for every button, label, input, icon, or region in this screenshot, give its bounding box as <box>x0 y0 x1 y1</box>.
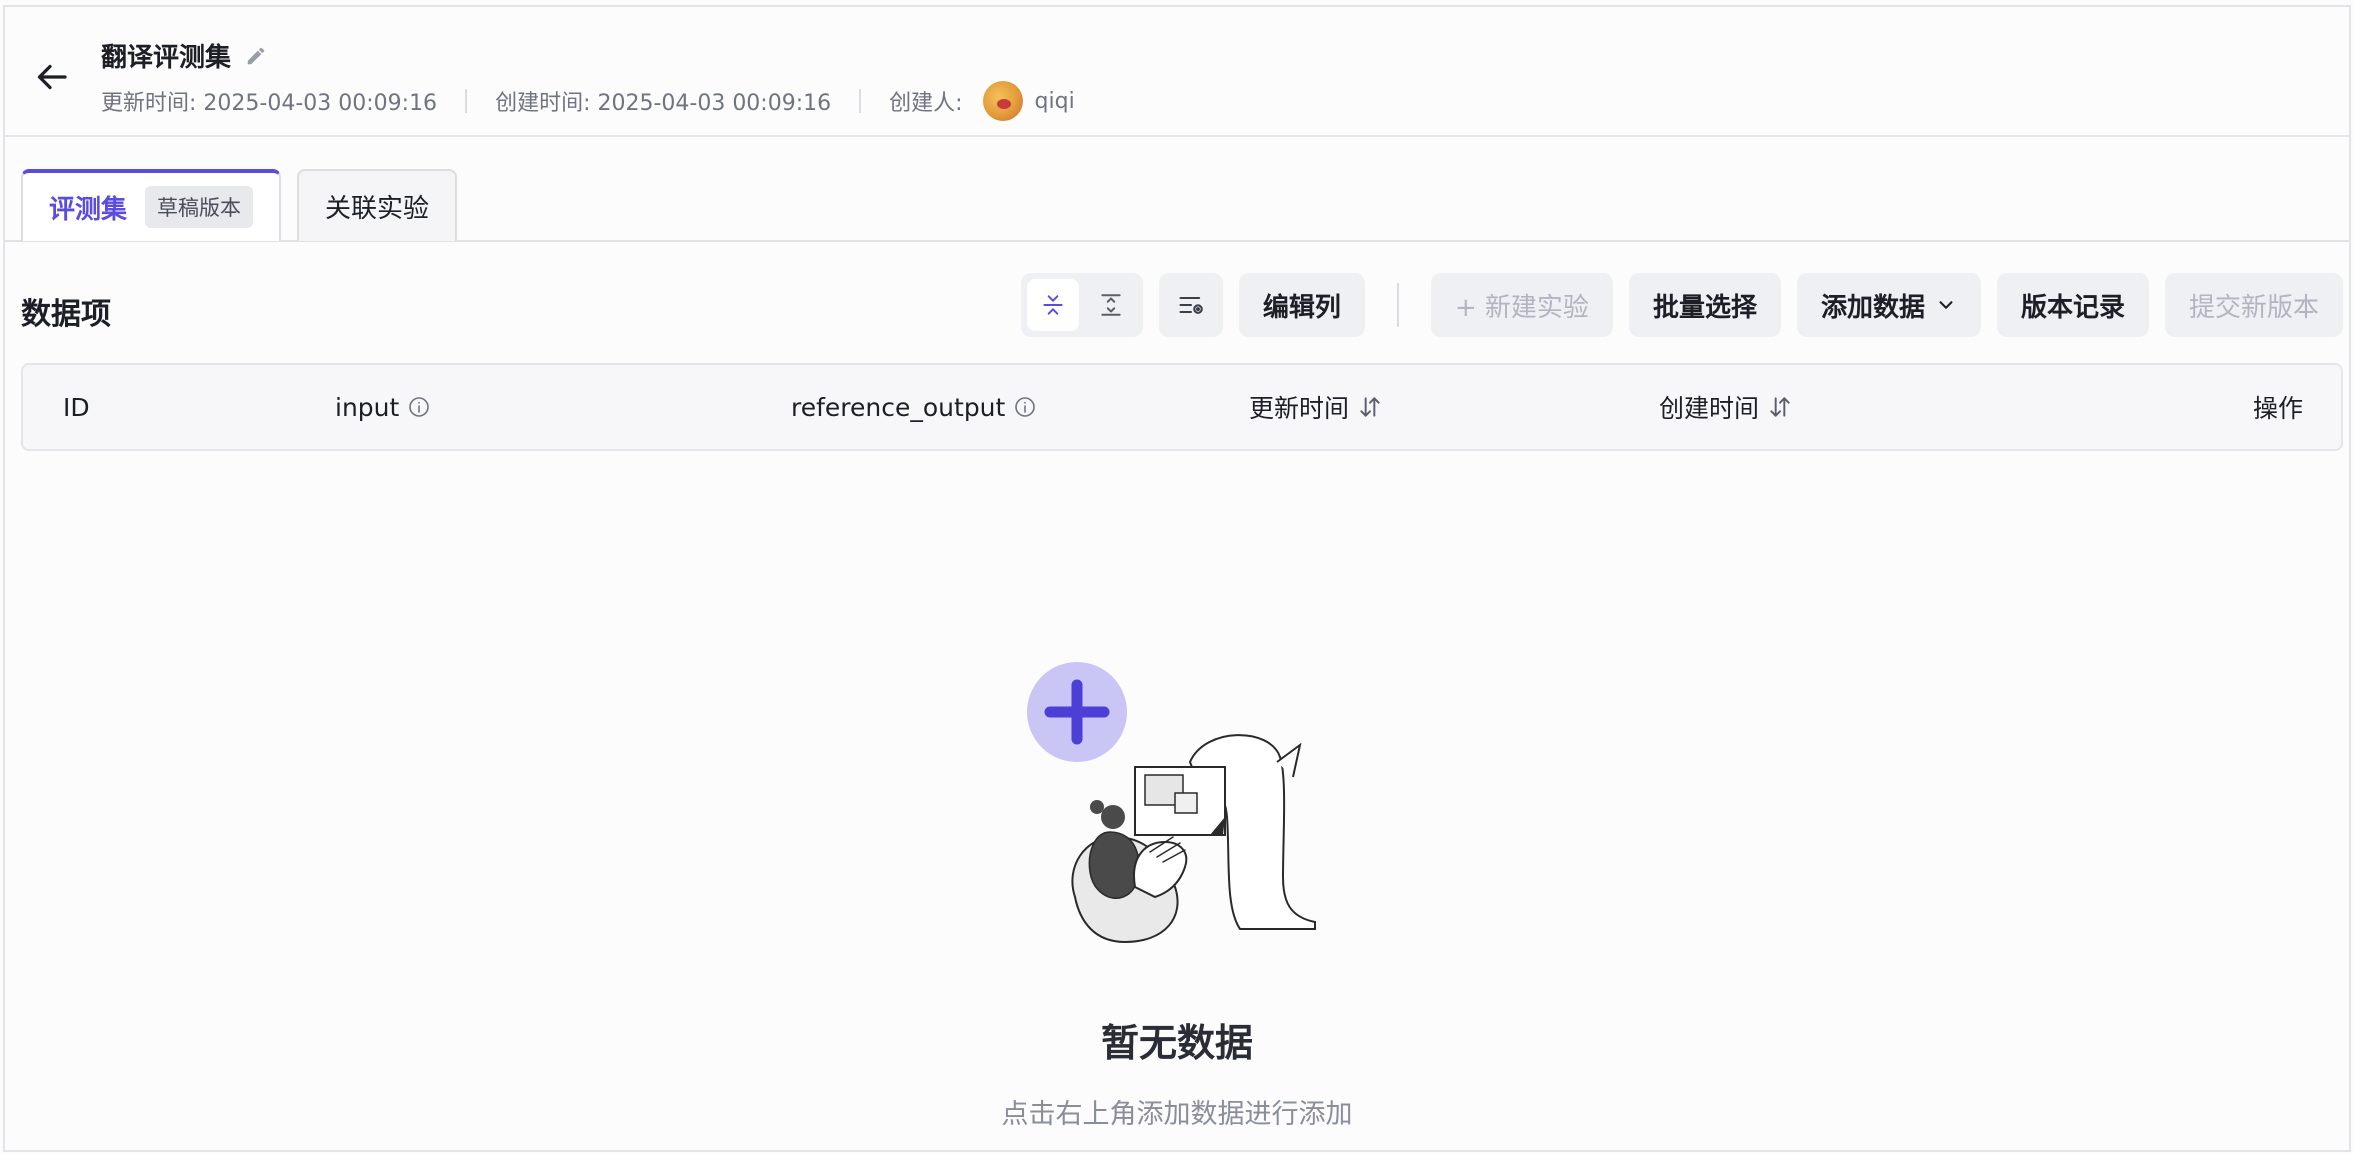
creator-name: qiqi <box>1034 88 1075 114</box>
sort-icon[interactable] <box>1357 394 1383 420</box>
page-title: 翻译评测集 <box>101 43 232 73</box>
expand-rows-button[interactable] <box>1085 279 1137 331</box>
created-time: 创建时间: 2025-04-03 00:09:16 <box>495 91 832 116</box>
column-label: reference_output <box>791 392 1006 422</box>
tab-dataset[interactable]: 评测集 草稿版本 <box>21 169 282 241</box>
column-header-created-time[interactable]: 创建时间 <box>1659 365 1793 449</box>
column-label: ID <box>63 392 90 422</box>
info-icon[interactable] <box>407 395 431 419</box>
column-label: 创建时间 <box>1659 394 1760 423</box>
column-label: 更新时间 <box>1249 394 1350 423</box>
column-label: input <box>335 392 400 422</box>
section-title: 数据项 <box>21 297 111 332</box>
column-header-id: ID <box>63 365 90 449</box>
collapse-rows-button[interactable] <box>1026 279 1079 331</box>
add-data-button[interactable]: 添加数据 <box>1796 273 1981 337</box>
new-experiment-button[interactable]: + 新建实验 <box>1430 273 1613 337</box>
meta-divider <box>859 89 862 113</box>
version-history-button[interactable]: 版本记录 <box>1996 273 2149 337</box>
tab-label: 关联实验 <box>325 193 430 224</box>
chevron-down-icon <box>1939 301 1953 309</box>
column-settings-button[interactable] <box>1158 273 1223 337</box>
batch-select-button[interactable]: 批量选择 <box>1628 273 1781 337</box>
column-label: 操作 <box>2252 394 2303 423</box>
info-icon[interactable] <box>1013 395 1037 419</box>
tab-label: 评测集 <box>49 194 128 225</box>
toolbar-divider <box>1396 283 1399 327</box>
column-header-input: input <box>335 365 431 449</box>
arrow-left-icon <box>37 64 67 90</box>
creator-label: 创建人: <box>889 91 963 116</box>
empty-state-description: 点击右上角添加数据进行添加 <box>1001 1099 1353 1130</box>
row-density-toggle <box>1020 273 1143 337</box>
column-header-reference-output: reference_output <box>791 365 1037 449</box>
tab-bar: 评测集 草稿版本 关联实验 <box>21 169 458 241</box>
draft-badge: 草稿版本 <box>145 186 254 228</box>
column-header-actions: 操作 <box>2253 365 2303 449</box>
tab-related-experiments[interactable]: 关联实验 <box>297 169 458 241</box>
expand-rows-icon <box>1101 294 1121 316</box>
toolbar: 编辑列 + 新建实验 批量选择 添加数据 版本记录 提交新版本 <box>1020 273 2343 337</box>
submit-version-button[interactable]: 提交新版本 <box>2164 273 2343 337</box>
updated-time: 更新时间: 2025-04-03 00:09:16 <box>101 91 438 116</box>
add-data-label: 添加数据 <box>1820 292 1925 323</box>
empty-state-title: 暂无数据 <box>1100 1021 1253 1065</box>
page-frame: 翻译评测集 更新时间: 2025-04-03 00:09:16 创建时间: 20… <box>3 5 2351 1152</box>
edit-columns-button[interactable]: 编辑列 <box>1238 273 1365 337</box>
collapse-rows-icon <box>1043 295 1063 315</box>
empty-state-illustration <box>1027 662 1316 944</box>
back-button[interactable] <box>31 55 75 99</box>
column-header-updated-time[interactable]: 更新时间 <box>1249 365 1383 449</box>
page-header: 翻译评测集 更新时间: 2025-04-03 00:09:16 创建时间: 20… <box>5 7 2349 137</box>
edit-title-button[interactable] <box>243 43 269 69</box>
sort-icon[interactable] <box>1767 394 1793 420</box>
avatar <box>982 81 1023 121</box>
column-settings-icon <box>1179 296 1203 314</box>
meta-divider <box>465 89 468 113</box>
pencil-icon <box>247 47 265 64</box>
table-header: ID input reference_output 更新时间 创建时间 操作 <box>21 363 2343 451</box>
